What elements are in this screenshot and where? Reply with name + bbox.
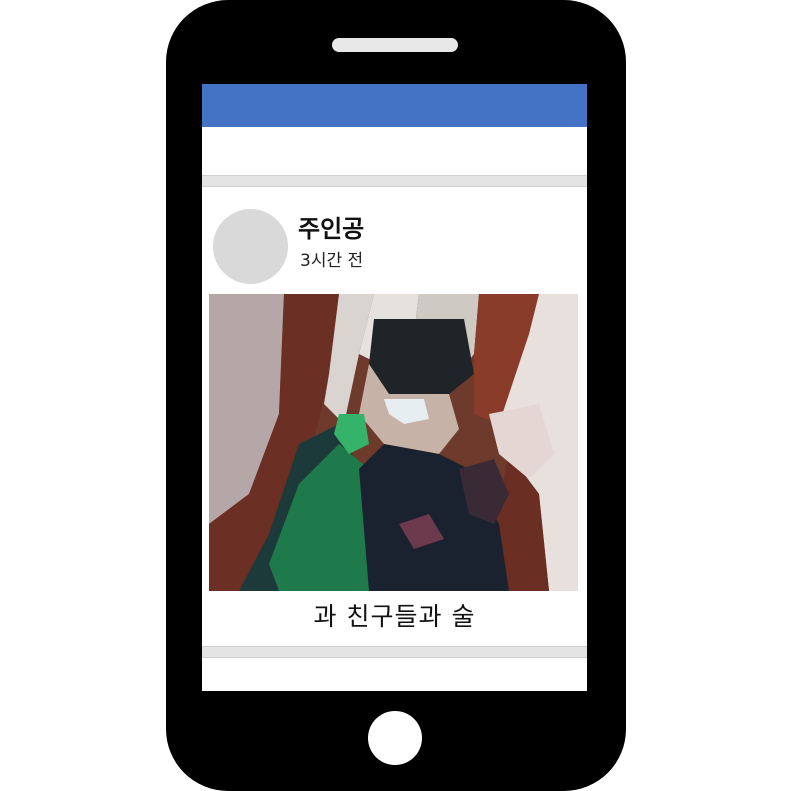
post-photo-image xyxy=(209,294,578,591)
feed-divider-top xyxy=(202,175,587,187)
feed-post: 주인공 3시간 전 과 친구들과 술 xyxy=(202,187,587,646)
phone-speaker xyxy=(332,38,458,52)
app-header-bar xyxy=(202,84,587,127)
post-timestamp: 3시간 전 xyxy=(300,251,364,271)
avatar[interactable] xyxy=(213,209,288,284)
header-blank-area xyxy=(202,127,587,175)
home-button[interactable] xyxy=(368,711,422,765)
post-photo[interactable] xyxy=(209,294,578,591)
phone-screen: 주인공 3시간 전 과 친구들과 술 xyxy=(202,84,587,691)
post-author-name[interactable]: 주인공 xyxy=(298,214,364,244)
feed-divider-bottom xyxy=(202,646,587,658)
screen-bottom-blank xyxy=(202,660,587,691)
post-caption: 과 친구들과 술 xyxy=(313,602,476,631)
